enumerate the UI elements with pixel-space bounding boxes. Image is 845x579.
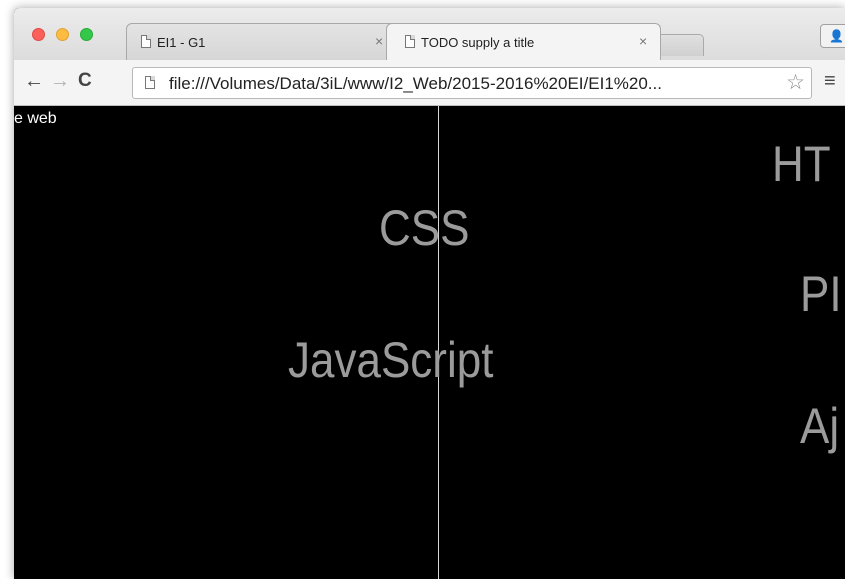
bookmark-star-icon[interactable]: ☆ (786, 70, 805, 95)
word-html-partial: HT (772, 136, 831, 192)
word-php-partial: PI (800, 266, 842, 322)
browser-window: EI1 - G1 × TODO supply a title × 👤 ← → C… (14, 8, 845, 579)
minimize-window-button[interactable] (56, 28, 69, 41)
page-icon (145, 76, 155, 89)
page-content: e web CSS JavaScript HT PI Aj (14, 106, 845, 579)
tab-title: TODO supply a title (421, 35, 535, 50)
word-ajax-partial: Aj (800, 398, 840, 454)
tab-close-icon[interactable]: × (639, 33, 647, 49)
new-tab-button[interactable] (656, 34, 704, 56)
address-bar[interactable]: file:///Volumes/Data/3iL/www/I2_Web/2015… (132, 67, 812, 99)
tab-ei1[interactable]: EI1 - G1 × (126, 23, 396, 60)
tab-title: EI1 - G1 (157, 35, 206, 50)
maximize-window-button[interactable] (80, 28, 93, 41)
user-profile-button[interactable]: 👤 (820, 24, 845, 48)
tab-todo[interactable]: TODO supply a title × (386, 23, 661, 60)
user-icon: 👤 (829, 29, 844, 43)
tab-close-icon[interactable]: × (375, 33, 383, 49)
url-text[interactable]: file:///Volumes/Data/3iL/www/I2_Web/2015… (169, 74, 662, 94)
word-javascript: JavaScript (288, 332, 494, 388)
toolbar: ← → C file:///Volumes/Data/3iL/www/I2_We… (14, 60, 845, 106)
reload-icon[interactable]: C (78, 70, 92, 92)
word-css: CSS (379, 200, 470, 256)
close-window-button[interactable] (32, 28, 45, 41)
back-arrow-icon[interactable]: ← (24, 70, 44, 92)
page-icon (141, 35, 151, 48)
page-icon (405, 35, 415, 48)
corner-text: e web (14, 110, 57, 127)
title-bar: EI1 - G1 × TODO supply a title × 👤 (14, 8, 845, 60)
menu-icon[interactable]: ≡ (824, 70, 836, 93)
forward-arrow-icon[interactable]: → (50, 70, 70, 92)
